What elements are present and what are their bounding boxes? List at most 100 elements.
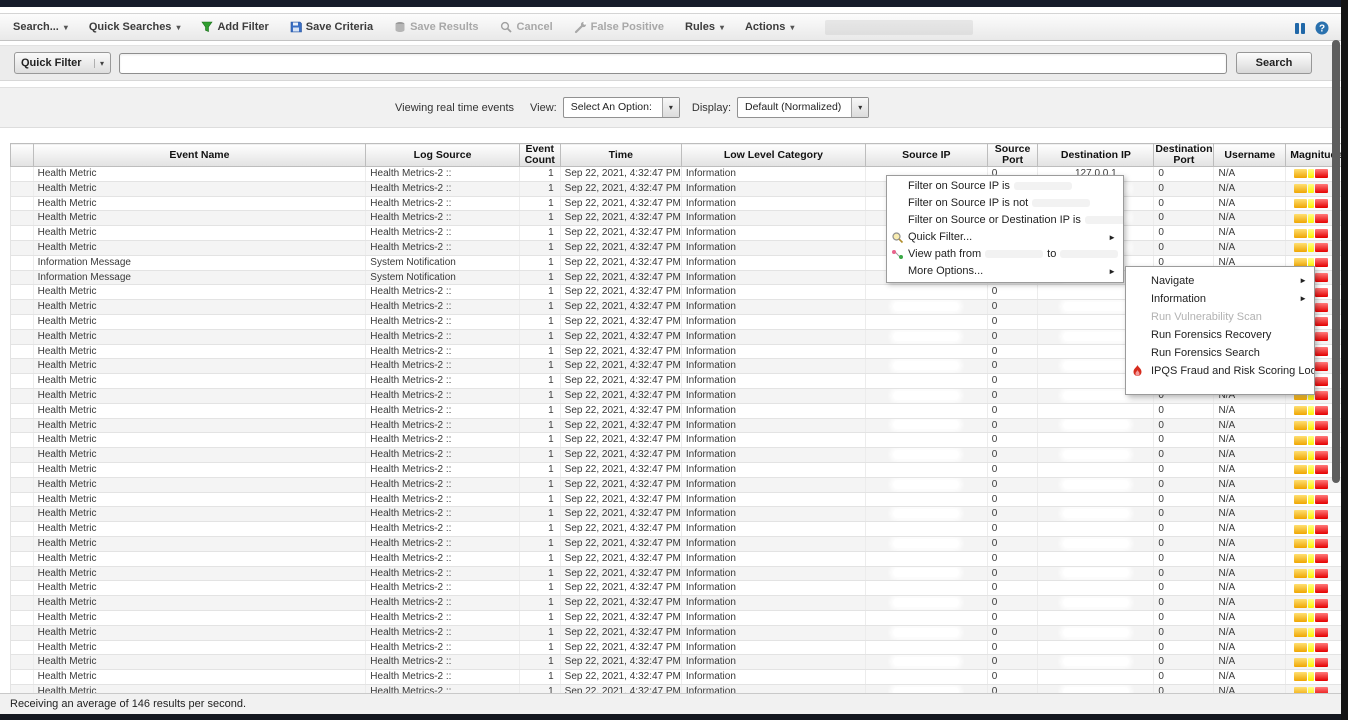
cell-event_name: Health Metric [33,477,366,492]
cell-event_name: Health Metric [33,655,366,670]
table-row[interactable]: Health MetricHealth Metrics-2 ::1Sep 22,… [11,625,1348,640]
cell-time: Sep 22, 2021, 4:32:47 PM [560,314,681,329]
cell-blank [11,640,34,655]
table-row[interactable]: Health MetricHealth Metrics-2 ::1Sep 22,… [11,418,1348,433]
toolbar-add-filter-button[interactable]: Add Filter [201,21,268,33]
cell-magnitude [1286,596,1348,611]
table-row[interactable]: Health MetricHealth Metrics-2 ::1Sep 22,… [11,640,1348,655]
table-row[interactable]: Health MetricHealth Metrics-2 ::1Sep 22,… [11,551,1348,566]
quick-filter-input[interactable] [119,53,1227,74]
submenu-arrow-icon: ► [1108,229,1116,246]
menu-item-more-options[interactable]: More Options...► [887,263,1123,280]
menu-item-navigate[interactable]: Navigate► [1126,272,1314,290]
table-row[interactable]: Health MetricHealth Metrics-2 ::1Sep 22,… [11,596,1348,611]
column-header-source_ip[interactable]: Source IP [865,144,987,167]
table-row[interactable]: Health MetricHealth Metrics-2 ::1Sep 22,… [11,433,1348,448]
menu-item-label: Navigate [1151,275,1194,287]
redacted-value [893,524,959,533]
cell-source_ip [865,359,987,374]
menu-item-filter-source-or-destination-ip-is[interactable]: Filter on Source or Destination IP is [887,212,1123,229]
cell-log_source: Health Metrics-2 :: [366,610,520,625]
column-header-destination_port[interactable]: Destination Port [1154,144,1214,167]
redacted-value [1032,199,1090,207]
column-header-source_port[interactable]: Source Port [987,144,1038,167]
table-row[interactable]: Health MetricHealth Metrics-2 ::1Sep 22,… [11,462,1348,477]
table-row[interactable]: Health MetricHealth Metrics-2 ::1Sep 22,… [11,507,1348,522]
redacted-value [893,391,959,400]
menu-item-filter-source-ip-is-not[interactable]: Filter on Source IP is not [887,195,1123,212]
toolbar-quick-searches-button[interactable]: Quick Searches▾ [89,21,181,33]
cell-time: Sep 22, 2021, 4:32:47 PM [560,448,681,463]
table-row[interactable]: Health MetricHealth Metrics-2 ::1Sep 22,… [11,226,1348,241]
column-header-username[interactable]: Username [1214,144,1286,167]
cell-blank [11,211,34,226]
cell-source_port: 0 [987,522,1038,537]
toolbar-save-criteria-button[interactable]: Save Criteria [290,21,373,33]
column-header-destination_ip[interactable]: Destination IP [1038,144,1154,167]
help-icon[interactable]: ? [1315,21,1329,35]
table-row[interactable]: Health MetricHealth Metrics-2 ::1Sep 22,… [11,655,1348,670]
vertical-scrollbar-thumb[interactable] [1332,40,1340,483]
display-select[interactable]: Default (Normalized) ▾ [737,97,869,118]
cell-source_ip [865,477,987,492]
column-header-category[interactable]: Low Level Category [681,144,865,167]
column-header-log_source[interactable]: Log Source [366,144,520,167]
menu-item-ipqs-fraud-lookup[interactable]: IPQS Fraud and Risk Scoring Lookup [1126,362,1314,380]
menu-item-run-forensics-search[interactable]: Run Forensics Search [1126,344,1314,362]
toolbar-search-label: Search... [13,21,59,33]
table-row[interactable]: Health MetricHealth Metrics-2 ::1Sep 22,… [11,566,1348,581]
menu-item-quick-filter[interactable]: Quick Filter...► [887,229,1123,246]
menu-item-run-forensics-recovery[interactable]: Run Forensics Recovery [1126,326,1314,344]
table-row[interactable]: Health MetricHealth Metrics-2 ::1Sep 22,… [11,581,1348,596]
main-toolbar: Search...▾ Quick Searches▾ Add Filter Save … [0,13,1341,41]
table-row[interactable]: Health MetricHealth Metrics-2 ::1Sep 22,… [11,477,1348,492]
cell-category: Information [681,507,865,522]
menu-item-view-path[interactable]: View path fromto [887,246,1123,263]
quick-filter-dropdown[interactable]: Quick Filter ▾ [14,52,111,74]
toolbar-cancel-button: Cancel [500,21,553,34]
column-header-event_name[interactable]: Event Name [33,144,366,167]
table-row[interactable]: Health MetricHealth Metrics-2 ::1Sep 22,… [11,670,1348,685]
cell-source_port: 0 [987,625,1038,640]
table-row[interactable]: Health MetricHealth Metrics-2 ::1Sep 22,… [11,196,1348,211]
toolbar-save-results-button: Save Results [394,21,478,33]
column-header-time[interactable]: Time [560,144,681,167]
table-row[interactable]: Health MetricHealth Metrics-2 ::1Sep 22,… [11,536,1348,551]
display-select-value: Default (Normalized) [738,98,851,117]
table-row[interactable]: Health MetricHealth Metrics-2 ::1Sep 22,… [11,403,1348,418]
redacted-value [893,672,959,681]
redacted-value [893,376,959,385]
column-header-event_count[interactable]: Event Count [519,144,560,167]
toolbar-search-button[interactable]: Search...▾ [13,21,68,33]
menu-item-label: Filter on Source IP is [908,180,1010,192]
cell-category: Information [681,285,865,300]
toolbar-actions-button[interactable]: Actions▾ [745,21,794,33]
cell-magnitude [1286,670,1348,685]
cell-source_port: 0 [987,462,1038,477]
menu-item-filter-source-ip-is[interactable]: Filter on Source IP is [887,178,1123,195]
table-row[interactable]: Health MetricHealth Metrics-2 ::1Sep 22,… [11,492,1348,507]
toolbar-rules-button[interactable]: Rules▾ [685,21,724,33]
search-button[interactable]: Search [1236,52,1312,74]
cell-time: Sep 22, 2021, 4:32:47 PM [560,551,681,566]
table-row[interactable]: Health MetricHealth Metrics-2 ::1Sep 22,… [11,167,1348,182]
cell-category: Information [681,655,865,670]
cell-destination_port: 0 [1154,596,1214,611]
menu-item-label: Run Vulnerability Scan [1151,311,1262,323]
view-select[interactable]: Select An Option: ▾ [563,97,680,118]
cell-time: Sep 22, 2021, 4:32:47 PM [560,270,681,285]
cell-event_name: Health Metric [33,566,366,581]
table-row[interactable]: Health MetricHealth Metrics-2 ::1Sep 22,… [11,181,1348,196]
pause-icon[interactable] [1294,22,1306,35]
cell-time: Sep 22, 2021, 4:32:47 PM [560,581,681,596]
cell-event_name: Health Metric [33,329,366,344]
table-row[interactable]: Health MetricHealth Metrics-2 ::1Sep 22,… [11,610,1348,625]
table-row[interactable]: Health MetricHealth Metrics-2 ::1Sep 22,… [11,448,1348,463]
cell-destination_port: 0 [1154,211,1214,226]
menu-item-information[interactable]: Information► [1126,290,1314,308]
table-row[interactable]: Health MetricHealth Metrics-2 ::1Sep 22,… [11,240,1348,255]
table-row[interactable]: Health MetricHealth Metrics-2 ::1Sep 22,… [11,522,1348,537]
redacted-value [1063,391,1129,400]
cell-username: N/A [1214,167,1286,182]
table-row[interactable]: Health MetricHealth Metrics-2 ::1Sep 22,… [11,211,1348,226]
